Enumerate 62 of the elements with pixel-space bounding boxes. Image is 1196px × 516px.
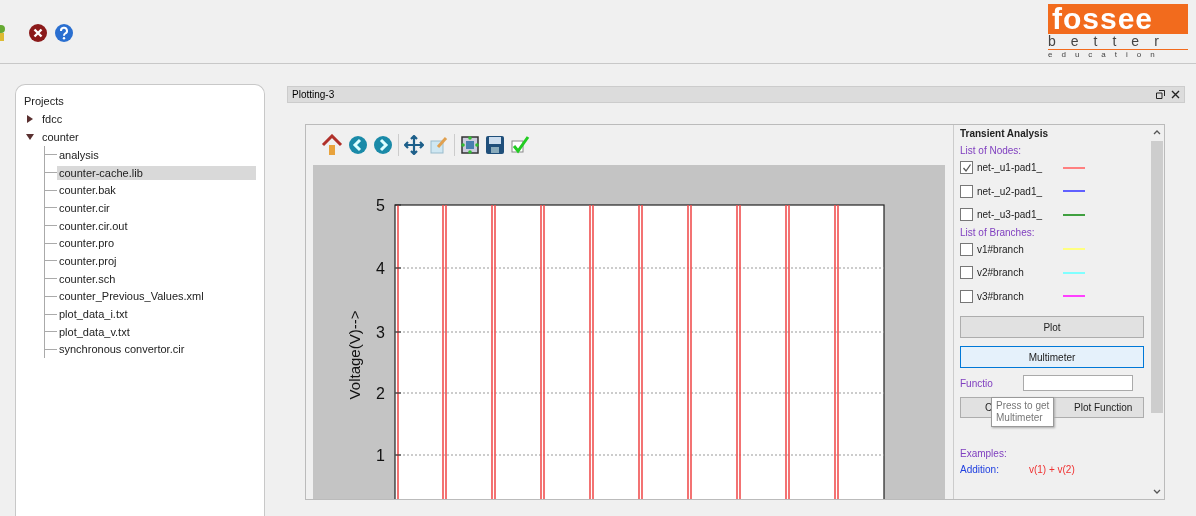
trace-label: v2#branch	[977, 267, 1025, 279]
section-label: List of Nodes:	[960, 145, 1023, 156]
checkbox[interactable]	[960, 161, 973, 175]
example-expression: v(1) + v(2)	[1028, 464, 1075, 475]
y-tick-label: 4	[376, 260, 385, 277]
checkbox[interactable]	[960, 289, 973, 303]
subplots-icon[interactable]	[460, 135, 480, 155]
dock-title: Plotting-3	[292, 89, 335, 100]
close-icon[interactable]	[1171, 90, 1180, 99]
y-tick-label: 3	[376, 324, 385, 341]
trace-label: net-_u1-pad1_	[977, 162, 1044, 174]
move-icon[interactable]	[404, 135, 424, 155]
examples-label: Examples:	[960, 448, 1008, 459]
trace-label: net-_u3-pad1_	[977, 209, 1044, 221]
y-tick-label: 1	[376, 447, 385, 464]
home-icon[interactable]	[321, 134, 343, 156]
function-field[interactable]	[1022, 375, 1133, 391]
help-icon[interactable]	[54, 22, 74, 43]
project-item[interactable]: fdcc	[24, 110, 256, 128]
trace-label: v1#branch	[977, 243, 1025, 255]
y-tick-label: 5	[376, 197, 385, 214]
trace-label: net-_u2-pad1_	[977, 185, 1044, 197]
file-item[interactable]: plot_data_v.txt	[57, 324, 256, 339]
file-item[interactable]: counter.proj	[57, 253, 256, 268]
file-item[interactable]: analysis	[57, 147, 256, 162]
project-item[interactable]: counter	[24, 128, 256, 146]
save-icon[interactable]	[485, 135, 505, 155]
logo-tagline: better	[1048, 33, 1188, 50]
logo-subtitle: education	[1048, 49, 1165, 60]
file-item[interactable]: synchronous convertor.cir	[57, 342, 256, 357]
checkbox[interactable]	[960, 184, 973, 198]
logo-title: fossee	[1048, 3, 1188, 34]
file-item[interactable]: counter.bak	[57, 183, 256, 198]
collapse-arrow-icon[interactable]	[26, 133, 34, 141]
panel-title: Projects	[24, 95, 65, 107]
scroll-up-icon[interactable]	[1153, 129, 1161, 135]
file-item[interactable]: counter.cir.out	[57, 218, 256, 233]
file-item[interactable]: counter.pro	[57, 236, 256, 251]
checkbox[interactable]	[960, 266, 973, 280]
scroll-thumb[interactable]	[1151, 141, 1163, 413]
analysis-title: Transient Analysis	[960, 128, 1049, 139]
checkbox[interactable]	[960, 208, 973, 222]
trace-label: v3#branch	[977, 290, 1025, 302]
file-item[interactable]: counter_Previous_Values.xml	[57, 289, 256, 304]
file-item[interactable]: counter.sch	[57, 271, 256, 286]
y-tick-label: 2	[376, 385, 385, 402]
section-label: List of Branches:	[960, 226, 1036, 238]
expand-arrow-icon[interactable]	[26, 115, 34, 123]
file-item[interactable]: counter-cache.lib	[57, 165, 256, 180]
y-axis-label: Voltage(V)-->	[346, 310, 363, 400]
close-icon[interactable]	[28, 22, 48, 43]
float-icon[interactable]	[1156, 90, 1165, 99]
bulb-icon[interactable]	[0, 22, 8, 43]
action-button[interactable]: Plot	[960, 316, 1144, 338]
example-name: Addition:	[960, 464, 999, 475]
scroll-down-icon[interactable]	[1153, 489, 1161, 495]
checkbox[interactable]	[960, 242, 973, 256]
action-button[interactable]: Multimeter	[960, 346, 1144, 368]
file-item[interactable]: plot_data_i.txt	[57, 307, 256, 322]
function-label: Functio	[960, 377, 993, 389]
file-item[interactable]: counter.cir	[57, 200, 256, 215]
check-icon[interactable]	[510, 135, 530, 155]
